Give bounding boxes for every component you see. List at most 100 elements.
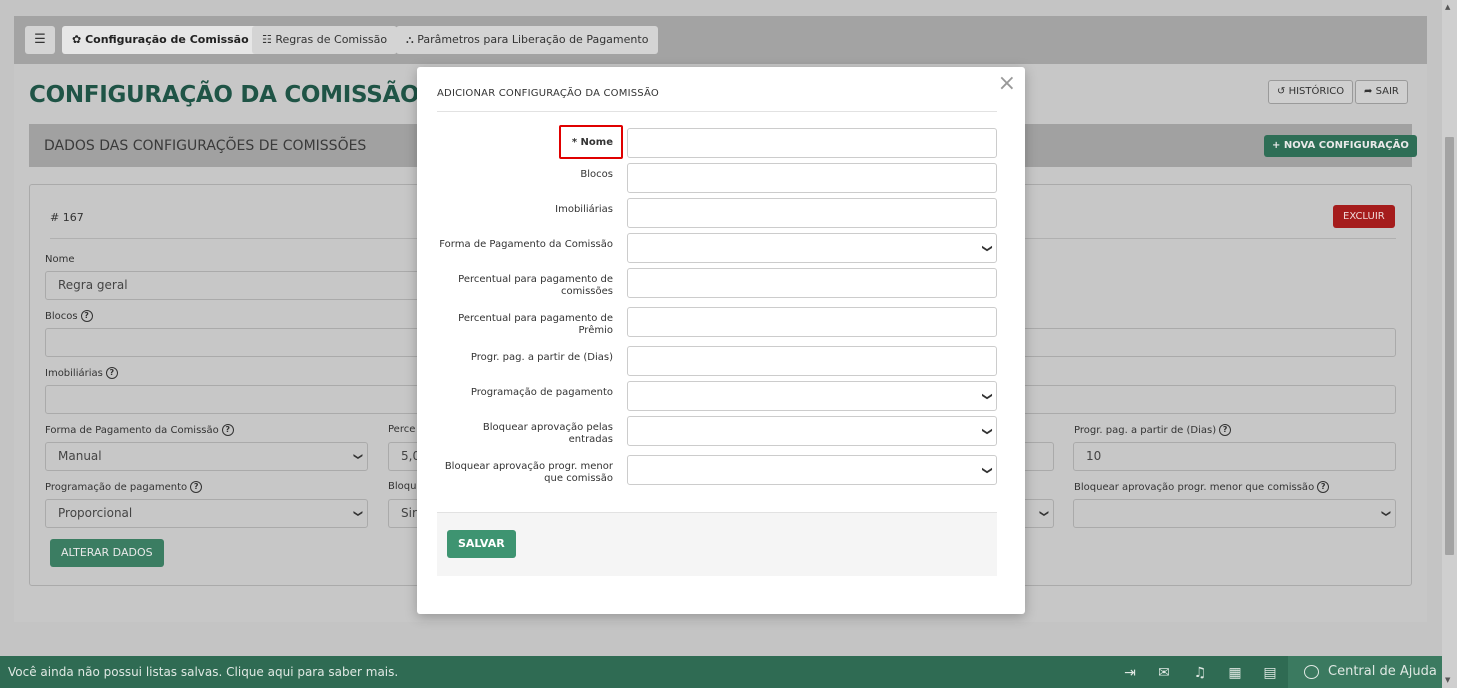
hidden-input-edge[interactable] <box>1025 442 1054 471</box>
bloquear-entradas-label: Bloquear aprovação pelas entradas <box>482 422 613 445</box>
programacao-label: Programação de pagamento <box>470 387 613 398</box>
help-icon[interactable]: ? <box>1219 424 1232 436</box>
new-config-button[interactable]: + NOVA CONFIGURAÇÃO <box>1264 135 1417 157</box>
bloquear-menor-select[interactable]: ❯ <box>1073 499 1396 528</box>
tab-bar: ☰ ✿ Configuração de Comissão ☷ Regras de… <box>14 16 1427 64</box>
programacao-value: Proporcional <box>58 506 133 520</box>
close-icon[interactable]: × <box>998 73 1016 95</box>
tab-configuracao-comissao[interactable]: ✿ Configuração de Comissão <box>62 26 259 54</box>
percentual-premio-label: Percentual para pagamento de Prêmio <box>458 313 613 336</box>
calendar-icon[interactable]: ▦ <box>1226 664 1244 682</box>
modal-title: ADICIONAR CONFIGURAÇÃO DA COMISSÃO <box>437 88 659 99</box>
percentual-comissoes-label: Percentual para pagamento de comissões <box>458 274 613 297</box>
delete-button[interactable]: EXCLUIR <box>1333 205 1395 228</box>
tab-regras-comissao[interactable]: ☷ Regras de Comissão <box>252 26 398 54</box>
programacao-label: Programação de pagamento? <box>45 481 203 493</box>
progr-dias-label-text: Progr. pag. a partir de (Dias) <box>1074 425 1217 436</box>
help-center-button[interactable]: Central de Ajuda <box>1288 656 1442 688</box>
help-icon[interactable]: ? <box>80 310 93 322</box>
percentual-label: Perce <box>388 424 416 435</box>
blocos-label: Blocos <box>580 169 613 180</box>
share-arrow-icon: ➦ <box>1364 86 1373 97</box>
forma-label-text: Forma de Pagamento da Comissão <box>45 425 219 436</box>
progr-dias-label: Progr. pag. a partir de (Dias)? <box>1074 424 1232 436</box>
blocos-label-text: Blocos <box>45 311 78 322</box>
nome-input[interactable] <box>627 128 997 158</box>
list-icon: ☷ <box>262 33 272 46</box>
forma-pagamento-select[interactable]: Manual ❯ <box>45 442 368 471</box>
history-button[interactable]: ↺ HISTÓRICO <box>1268 80 1354 104</box>
sign-in-arrow-icon[interactable]: ⇥ <box>1121 664 1139 682</box>
add-config-modal: × ADICIONAR CONFIGURAÇÃO DA COMISSÃO * N… <box>417 67 1025 614</box>
gear-icon: ✿ <box>72 33 82 46</box>
bell-icon[interactable]: ♫ <box>1191 664 1209 682</box>
programacao-select[interactable]: Proporcional ❯ <box>45 499 368 528</box>
chevron-down-icon: ❯ <box>981 244 993 253</box>
menu-icon[interactable]: ☰ <box>25 26 55 54</box>
help-icon[interactable]: ? <box>1317 481 1330 493</box>
imobiliarias-label-text: Imobiliárias <box>45 368 103 379</box>
percentual-premio-input[interactable] <box>627 307 997 337</box>
required-field-highlight <box>559 125 623 159</box>
forma-pagamento-value: Manual <box>58 449 102 463</box>
save-button[interactable]: SALVAR <box>447 530 516 558</box>
tab-label: Regras de Comissão <box>275 33 388 46</box>
imobiliarias-label: Imobiliárias <box>555 204 613 215</box>
exit-label: SAIR <box>1375 86 1399 97</box>
saved-lists-message[interactable]: Você ainda não possui listas salvas. Cli… <box>8 665 398 679</box>
help-icon[interactable]: ? <box>105 367 118 379</box>
percentual-comissoes-input[interactable] <box>627 268 997 298</box>
programacao-label-text: Programação de pagamento <box>45 482 188 493</box>
bloquear-label: Bloqu <box>388 481 417 492</box>
nome-label: Nome <box>45 254 75 265</box>
forma-pagamento-select[interactable]: ❯ <box>627 233 997 263</box>
chevron-down-icon: ❯ <box>981 392 993 401</box>
tab-parametros-liberacao[interactable]: ⛬ Parâmetros para Liberação de Pagamento <box>396 26 659 54</box>
chevron-down-icon: ❯ <box>352 509 363 518</box>
tab-label: Parâmetros para Liberação de Pagamento <box>417 33 649 46</box>
alter-data-button[interactable]: ALTERAR DADOS <box>50 539 164 567</box>
forma-pagamento-label: Forma de Pagamento da Comissão? <box>45 424 234 436</box>
progr-dias-input[interactable]: 10 <box>1073 442 1396 471</box>
help-center-label: Central de Ajuda <box>1328 664 1437 679</box>
page-scrollbar[interactable]: ▲ ▼ <box>1442 0 1457 688</box>
chevron-down-icon: ❯ <box>981 427 993 436</box>
mail-star-icon[interactable]: ✉ <box>1155 664 1173 682</box>
chevron-down-icon: ❯ <box>1038 509 1049 518</box>
page-title: CONFIGURAÇÃO DA COMISSÃO <box>29 82 420 108</box>
bloquear-menor-select[interactable]: ❯ <box>627 455 997 485</box>
chat-icon <box>1304 665 1319 679</box>
bloquear-menor-label-text: Bloquear aprovação progr. menor que comi… <box>1074 482 1315 493</box>
bloquear-entradas-select[interactable]: ❯ <box>627 416 997 446</box>
help-icon[interactable]: ? <box>190 481 203 493</box>
exit-button[interactable]: ➦ SAIR <box>1355 80 1408 104</box>
config-id: # 167 <box>50 211 84 224</box>
tab-label: Configuração de Comissão <box>85 33 249 46</box>
scroll-up-icon[interactable]: ▲ <box>1445 3 1450 11</box>
progr-dias-input[interactable] <box>627 346 997 376</box>
footer-bar: Você ainda não possui listas salvas. Cli… <box>0 656 1442 688</box>
history-label: HISTÓRICO <box>1288 86 1345 97</box>
scroll-down-icon[interactable]: ▼ <box>1445 676 1450 684</box>
scroll-thumb[interactable] <box>1445 137 1454 555</box>
imobiliarias-label: Imobiliárias? <box>45 367 118 379</box>
chevron-down-icon: ❯ <box>352 452 363 461</box>
blocos-label: Blocos? <box>45 310 93 322</box>
programacao-select[interactable]: ❯ <box>627 381 997 411</box>
progr-dias-label: Progr. pag. a partir de (Dias) <box>470 352 613 363</box>
hidden-select-edge[interactable]: ❯ <box>1025 499 1054 528</box>
help-icon[interactable]: ? <box>221 424 234 436</box>
chevron-down-icon: ❯ <box>1380 509 1391 518</box>
forma-pagamento-label: Forma de Pagamento da Comissão <box>439 239 613 250</box>
bloquear-menor-label: Bloquear aprovação progr. menor que comi… <box>1074 481 1330 493</box>
sitemap-icon: ⛬ <box>406 33 414 46</box>
history-icon: ↺ <box>1277 86 1286 97</box>
divider <box>437 111 997 112</box>
nome-input[interactable]: Regra geral <box>45 271 425 300</box>
imobiliarias-input[interactable] <box>627 198 997 228</box>
blocos-input[interactable] <box>627 163 997 193</box>
calculator-icon[interactable]: ▤ <box>1261 664 1279 682</box>
section-title: DADOS DAS CONFIGURAÇÕES DE COMISSÕES <box>44 138 367 154</box>
modal-footer: SALVAR <box>437 512 997 576</box>
bloquear-menor-label: Bloquear aprovação progr. menor que comi… <box>444 461 613 484</box>
